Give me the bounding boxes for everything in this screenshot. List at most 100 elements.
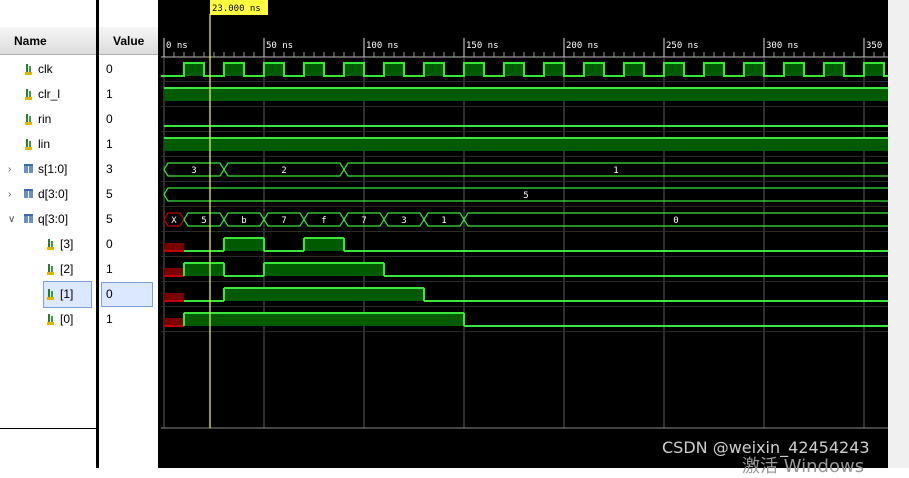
signal-row-clr-l[interactable]: clr_l — [0, 82, 96, 107]
signal-name: s[1:0] — [38, 162, 68, 176]
signal-value-cell[interactable]: 0 — [99, 232, 158, 257]
name-column-header[interactable]: Name — [0, 27, 96, 55]
bit-high-fill — [304, 238, 344, 251]
clock-high-fill — [704, 63, 724, 76]
clock-high-fill — [544, 63, 564, 76]
signal-value: 1 — [106, 262, 113, 276]
clock-high-fill — [464, 63, 484, 76]
x-state-fill — [164, 318, 184, 326]
signal-value-cell[interactable]: 1 — [99, 82, 158, 107]
signal-row-0[interactable]: [0] — [0, 307, 96, 332]
waveform-canvas[interactable]: 0 ns 50 ns 100 ns 150 ns 200 ns 250 ns 300 ns 3… — [161, 0, 899, 468]
signal-name: d[3:0] — [38, 187, 69, 201]
value-column-header[interactable]: Value — [99, 27, 158, 55]
logic-signal-icon — [24, 89, 34, 101]
signal-value: 0 — [106, 112, 113, 126]
bus-signal-icon — [24, 164, 34, 175]
signal-value: 1 — [106, 312, 113, 326]
clock-high-fill — [424, 63, 444, 76]
bit-high-fill — [164, 88, 888, 101]
clock-high-fill — [184, 63, 204, 76]
clock-high-fill — [824, 63, 844, 76]
value-column: Value 0 1 0 1 3 5 5 0 1 0 1 — [99, 0, 158, 468]
clock-high-fill — [504, 63, 524, 76]
signal-value: 1 — [106, 87, 113, 101]
bus-value-label: 7 — [281, 216, 286, 226]
signal-value: 1 — [106, 137, 113, 151]
signal-value-cell[interactable]: 1 — [99, 257, 158, 282]
bus-value-label: 1 — [441, 216, 446, 226]
bus-value-label: X — [171, 216, 177, 226]
name-column: Name clk clr_lrin lin › s[1:0] › d[3:0] ∨ q[3:0]… — [0, 0, 160, 468]
clock-high-fill — [744, 63, 764, 76]
collapse-chevron-icon[interactable]: ∨ — [8, 207, 15, 232]
bus-value-label: b — [241, 216, 246, 226]
clock-high-fill — [864, 63, 884, 76]
bus-signal-icon — [24, 214, 34, 225]
vertical-scrollbar[interactable] — [888, 0, 909, 468]
activate-windows-watermark: 激活 Windows — [742, 456, 865, 477]
signal-value-cell[interactable]: 1 — [99, 307, 158, 332]
logic-signal-icon — [46, 289, 56, 301]
expand-chevron-icon[interactable]: › — [8, 157, 11, 182]
bus-value-label: 5 — [523, 191, 528, 201]
signal-name: rin — [38, 112, 52, 126]
signal-row-1[interactable]: [1] — [0, 281, 96, 308]
bus-value-label: f — [321, 216, 326, 226]
x-state-fill — [164, 243, 184, 251]
bus-signal-icon — [24, 189, 34, 200]
logic-signal-icon — [46, 314, 56, 326]
logic-signal-icon — [24, 139, 34, 151]
bit-high-fill — [224, 288, 424, 301]
signal-value-cell[interactable]: 5 — [99, 207, 158, 232]
bus-value-label: 3 — [191, 166, 196, 176]
signal-row-3[interactable]: [3] — [0, 232, 96, 257]
signal-row-s-1-0[interactable]: › s[1:0] — [0, 157, 96, 182]
signal-value: 0 — [106, 237, 113, 251]
signal-row-q-3-0[interactable]: ∨ q[3:0] — [0, 207, 96, 232]
clock-high-fill — [664, 63, 684, 76]
timeline-tick-label: 100 ns — [366, 41, 399, 51]
bus-value-label: 5 — [201, 216, 206, 226]
x-state-fill — [164, 268, 184, 276]
signal-value-cell[interactable]: 3 — [99, 157, 158, 182]
waveform-area[interactable]: 0 ns 50 ns 100 ns 150 ns 200 ns 250 ns 300 ns 3… — [161, 0, 899, 468]
signal-value-cell[interactable]: 0 — [99, 107, 158, 132]
bit-high-fill — [224, 238, 264, 251]
signal-row-rin[interactable]: rin — [0, 107, 96, 132]
name-header-label: Name — [14, 34, 47, 48]
signal-name: lin — [38, 137, 51, 151]
signal-value-cell[interactable]: 0 — [99, 57, 158, 82]
logic-signal-icon — [46, 239, 56, 251]
logic-signal-icon — [46, 264, 56, 276]
clock-high-fill — [304, 63, 324, 76]
value-header-label: Value — [113, 34, 145, 48]
signal-value-cell[interactable]: 0 — [101, 282, 153, 307]
signal-name: clk — [38, 62, 53, 76]
bus-value-label: 2 — [281, 166, 286, 176]
signal-value-cell[interactable]: 5 — [99, 182, 158, 207]
signal-name: q[3:0] — [38, 212, 69, 226]
signal-row-clk[interactable]: clk — [0, 57, 96, 82]
timeline-tick-label: 300 ns — [766, 41, 799, 51]
bit-high-fill — [184, 313, 464, 326]
bus-value-label: 1 — [613, 166, 618, 176]
signal-value: 5 — [106, 212, 113, 226]
x-state-fill — [164, 293, 184, 301]
signal-value: 0 — [106, 287, 113, 301]
signal-name: [3] — [60, 237, 74, 251]
timeline-tick-label: 150 ns — [466, 41, 499, 51]
cursor-time-label: 23.000 ns — [212, 4, 261, 14]
timeline-tick-label: 200 ns — [566, 41, 599, 51]
expand-chevron-icon[interactable]: › — [8, 182, 11, 207]
signal-name: clr_l — [38, 87, 61, 101]
signal-value: 0 — [106, 62, 113, 76]
signal-value: 5 — [106, 187, 113, 201]
signal-name: [0] — [60, 312, 74, 326]
timeline-tick-label: 50 ns — [266, 41, 293, 51]
bus-value-label: 3 — [401, 216, 406, 226]
signal-row-d-3-0[interactable]: › d[3:0] — [0, 182, 96, 207]
signal-value-cell[interactable]: 1 — [99, 132, 158, 157]
signal-row-2[interactable]: [2] — [0, 257, 96, 282]
signal-row-lin[interactable]: lin — [0, 132, 96, 157]
